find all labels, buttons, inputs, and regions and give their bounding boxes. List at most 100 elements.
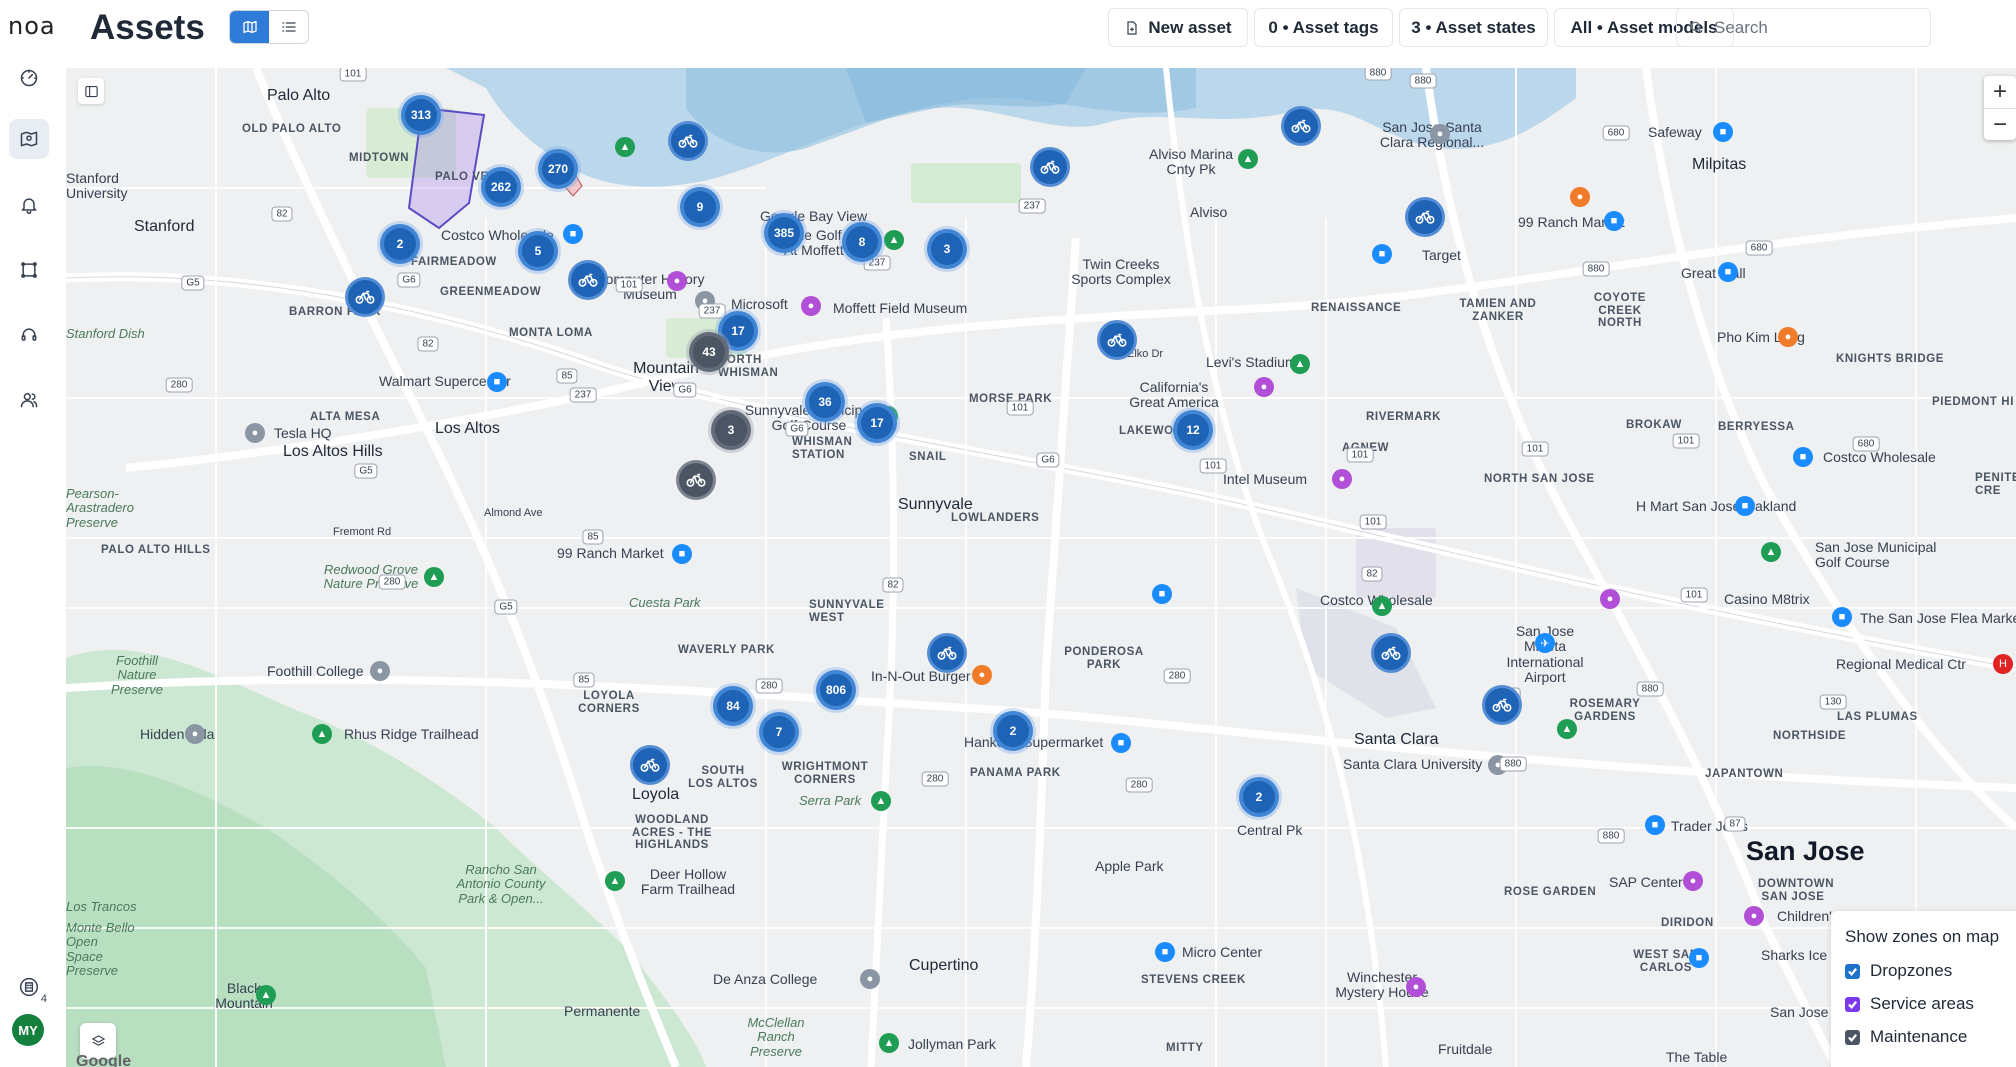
asset-cluster-marker[interactable]: 36 xyxy=(805,382,845,422)
asset-cluster-marker[interactable]: 8 xyxy=(842,222,882,262)
park-tree-icon[interactable]: ▲ xyxy=(871,791,891,811)
museum-icon[interactable]: ● xyxy=(1332,469,1352,489)
search-input[interactable] xyxy=(1714,17,1914,38)
zoom-out-button[interactable]: − xyxy=(1984,108,2016,140)
shopping-cart-icon[interactable]: ■ xyxy=(1604,211,1624,231)
asset-cluster-marker[interactable]: 385 xyxy=(764,213,804,253)
zoom-in-button[interactable]: + xyxy=(1984,76,2016,108)
bike-asset-marker[interactable] xyxy=(676,460,716,500)
bike-asset-marker[interactable] xyxy=(630,745,670,785)
shopping-cart-icon[interactable]: ■ xyxy=(1111,733,1131,753)
asset-cluster-marker[interactable]: 2 xyxy=(1239,777,1279,817)
mountain-icon[interactable]: ▲ xyxy=(256,985,276,1005)
list-view-button[interactable] xyxy=(269,11,308,43)
maintenance-checkbox[interactable] xyxy=(1845,1029,1860,1045)
shopping-bag-icon[interactable]: ■ xyxy=(1152,584,1172,604)
shopping-bag-icon[interactable]: ■ xyxy=(1718,262,1738,282)
restaurant-icon[interactable]: ● xyxy=(1778,327,1798,347)
asset-tags-filter[interactable]: 0 • Asset tags xyxy=(1254,8,1393,47)
support-headset-icon[interactable] xyxy=(9,315,49,355)
bike-asset-marker[interactable] xyxy=(927,633,967,673)
museum-icon[interactable]: ● xyxy=(1406,977,1426,997)
building-icon[interactable]: 4 xyxy=(9,967,49,1007)
bike-asset-marker[interactable] xyxy=(345,277,385,317)
asset-cluster-marker[interactable]: 2 xyxy=(993,711,1033,751)
asset-cluster-marker[interactable]: 84 xyxy=(713,686,753,726)
dropzones-checkbox[interactable] xyxy=(1845,963,1860,979)
asset-cluster-marker[interactable]: 2 xyxy=(380,224,420,264)
asset-cluster-marker[interactable]: 3 xyxy=(711,410,751,450)
museum-icon[interactable]: ● xyxy=(1744,906,1764,926)
asset-cluster-marker[interactable]: 313 xyxy=(401,95,441,135)
app-logo[interactable]: noa xyxy=(8,12,56,40)
zones-polygon-icon[interactable] xyxy=(9,250,49,290)
sidebar-toggle-button[interactable] xyxy=(78,78,104,104)
asset-cluster-marker[interactable]: 5 xyxy=(518,231,558,271)
school-icon[interactable]: ● xyxy=(860,969,880,989)
park-tree-icon[interactable]: ▲ xyxy=(424,567,444,587)
trailhead-icon[interactable]: ▲ xyxy=(605,871,625,891)
museum-icon[interactable]: ● xyxy=(801,296,821,316)
bike-asset-marker[interactable] xyxy=(668,121,708,161)
asset-cluster-marker[interactable]: 270 xyxy=(538,149,578,189)
asset-cluster-marker[interactable]: 43 xyxy=(689,332,729,372)
park-tree-icon[interactable]: ▲ xyxy=(879,1033,899,1053)
school-icon[interactable]: ● xyxy=(370,661,390,681)
assets-map-icon[interactable] xyxy=(9,119,49,159)
sports-icon[interactable]: ▲ xyxy=(884,230,904,250)
users-icon[interactable] xyxy=(9,380,49,420)
airport-icon[interactable]: ✈ xyxy=(1535,633,1555,653)
stadium-icon[interactable]: ▲ xyxy=(1290,354,1310,374)
shopping-bag-icon[interactable]: ■ xyxy=(563,224,583,244)
service-areas-toggle[interactable]: Service areas xyxy=(1845,994,2002,1014)
place-icon[interactable]: ● xyxy=(185,724,205,744)
arena-icon[interactable]: ● xyxy=(1683,871,1703,891)
bike-asset-marker[interactable] xyxy=(1405,197,1445,237)
amusement-park-icon[interactable]: ● xyxy=(1254,377,1274,397)
new-asset-button[interactable]: New asset xyxy=(1108,8,1248,47)
casino-icon[interactable]: ● xyxy=(1600,589,1620,609)
restaurant-icon[interactable]: ● xyxy=(1570,187,1590,207)
asset-cluster-marker[interactable]: 3 xyxy=(927,229,967,269)
park-tree-icon[interactable]: ▲ xyxy=(1372,596,1392,616)
asset-states-filter[interactable]: 3 • Asset states xyxy=(1399,8,1548,47)
map-view-button[interactable] xyxy=(230,11,269,43)
service-areas-checkbox[interactable] xyxy=(1845,996,1860,1012)
shopping-bag-icon[interactable]: ■ xyxy=(1155,942,1175,962)
shopping-cart-icon[interactable]: ■ xyxy=(1713,122,1733,142)
shopping-bag-icon[interactable]: ■ xyxy=(1793,447,1813,467)
shopping-bag-icon[interactable]: ■ xyxy=(487,372,507,392)
golf-icon[interactable]: ▲ xyxy=(1761,542,1781,562)
bike-asset-marker[interactable] xyxy=(1371,633,1411,673)
park-tree-icon[interactable]: ▲ xyxy=(615,137,635,157)
maintenance-toggle[interactable]: Maintenance xyxy=(1845,1027,2002,1047)
asset-cluster-marker[interactable]: 806 xyxy=(816,670,856,710)
asset-cluster-marker[interactable]: 12 xyxy=(1173,410,1213,450)
park-tree-icon[interactable]: ▲ xyxy=(1238,149,1258,169)
bell-icon[interactable] xyxy=(9,185,49,225)
museum-icon[interactable]: ● xyxy=(667,271,687,291)
bike-asset-marker[interactable] xyxy=(1482,685,1522,725)
park-tree-icon[interactable]: ▲ xyxy=(1557,719,1577,739)
dropzones-toggle[interactable]: Dropzones xyxy=(1845,961,2002,981)
place-icon[interactable]: ● xyxy=(1430,124,1450,144)
bike-asset-marker[interactable] xyxy=(1281,106,1321,146)
trailhead-icon[interactable]: ▲ xyxy=(312,724,332,744)
asset-cluster-marker[interactable]: 9 xyxy=(680,187,720,227)
shopping-cart-icon[interactable]: ■ xyxy=(1735,496,1755,516)
asset-cluster-marker[interactable]: 17 xyxy=(857,403,897,443)
office-icon[interactable]: ● xyxy=(245,423,265,443)
asset-cluster-marker[interactable]: 262 xyxy=(481,167,521,207)
bike-asset-marker[interactable] xyxy=(1030,147,1070,187)
dashboard-gauge-icon[interactable] xyxy=(9,58,49,98)
hospital-icon[interactable]: H xyxy=(1993,654,2013,674)
shopping-bag-icon[interactable]: ■ xyxy=(1689,948,1709,968)
bike-asset-marker[interactable] xyxy=(568,260,608,300)
shopping-cart-icon[interactable]: ■ xyxy=(672,544,692,564)
asset-map[interactable]: Palo Alto Stanford Mountain View Los Alt… xyxy=(66,68,2016,1067)
user-avatar[interactable]: MY xyxy=(12,1014,44,1046)
shopping-bag-icon[interactable]: ■ xyxy=(1372,244,1392,264)
asset-cluster-marker[interactable]: 7 xyxy=(759,712,799,752)
shopping-cart-icon[interactable]: ■ xyxy=(1645,815,1665,835)
shopping-cart-icon[interactable]: ■ xyxy=(1832,607,1852,627)
